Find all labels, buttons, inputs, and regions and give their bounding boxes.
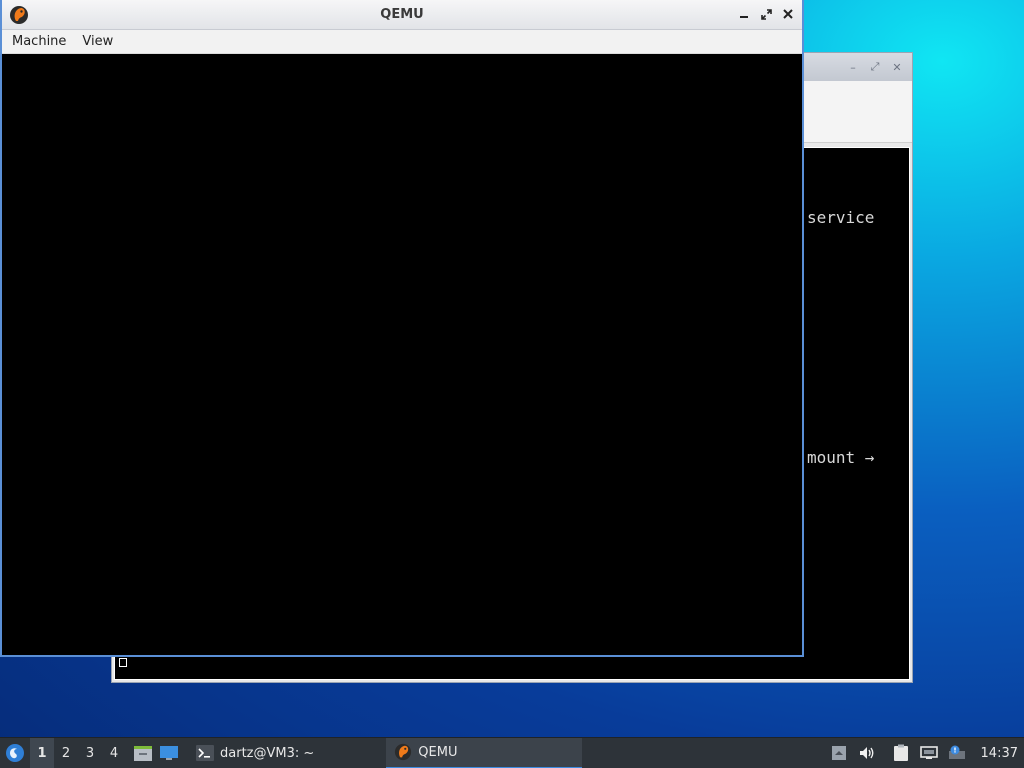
show-desktop-icon (160, 746, 178, 760)
qemu-titlebar[interactable]: QEMU (2, 0, 802, 30)
vm-display[interactable] (2, 54, 802, 655)
terminal-line: mount → (807, 448, 875, 467)
menu-machine[interactable]: Machine (6, 31, 72, 52)
close-icon[interactable]: ✕ (890, 61, 904, 74)
lxqt-menu-icon (6, 744, 24, 762)
notification-icon (948, 745, 965, 759)
menubar: Machine View (2, 30, 802, 54)
show-desktop-button[interactable] (156, 738, 182, 768)
network-button[interactable] (915, 738, 943, 768)
clipboard-button[interactable] (887, 738, 915, 768)
close-button[interactable] (780, 5, 796, 23)
chevron-up-icon (831, 746, 846, 760)
clipboard-icon (893, 744, 908, 761)
start-menu-button[interactable] (0, 738, 30, 768)
desktop-switch-4[interactable]: 4 (102, 738, 126, 768)
volume-icon (859, 747, 873, 759)
qemu-window[interactable]: QEMU Machine View (0, 0, 804, 657)
tray-expand-button[interactable] (825, 738, 853, 768)
network-icon (919, 746, 938, 759)
file-manager-launcher[interactable] (130, 738, 156, 768)
system-tray: 14:37 (825, 738, 1024, 768)
window-title: QEMU (380, 7, 424, 22)
taskbar: 1 2 3 4 dartz@VM3: ~ QEMU 14:37 (0, 737, 1024, 768)
task-qemu[interactable]: QEMU (386, 737, 583, 768)
maximize-button[interactable] (758, 5, 774, 23)
minimize-button[interactable] (736, 5, 752, 23)
minimize-icon[interactable]: – (846, 61, 860, 74)
menu-view[interactable]: View (76, 31, 119, 52)
task-label: dartz@VM3: ~ (220, 745, 315, 761)
maximize-icon (760, 8, 772, 20)
desktop-switch-2[interactable]: 2 (54, 738, 78, 768)
volume-button[interactable] (853, 738, 881, 768)
terminal-line: service (807, 208, 875, 227)
minimize-icon (740, 16, 748, 18)
desktop: – ⤢ ✕ service mount → QEMU Machine View (0, 0, 1024, 737)
desktop-switch-1[interactable]: 1 (30, 737, 54, 768)
desktop-switch-3[interactable]: 3 (78, 738, 102, 768)
terminal-icon (196, 745, 214, 761)
terminal-cursor (119, 658, 127, 667)
qemu-icon (395, 743, 412, 761)
task-label: QEMU (418, 744, 458, 760)
close-icon (783, 9, 793, 19)
task-terminal[interactable]: dartz@VM3: ~ (188, 738, 322, 768)
notification-button[interactable] (943, 738, 971, 768)
folder-icon (134, 746, 152, 761)
maximize-icon[interactable]: ⤢ (868, 60, 882, 74)
clock[interactable]: 14:37 (971, 746, 1024, 761)
